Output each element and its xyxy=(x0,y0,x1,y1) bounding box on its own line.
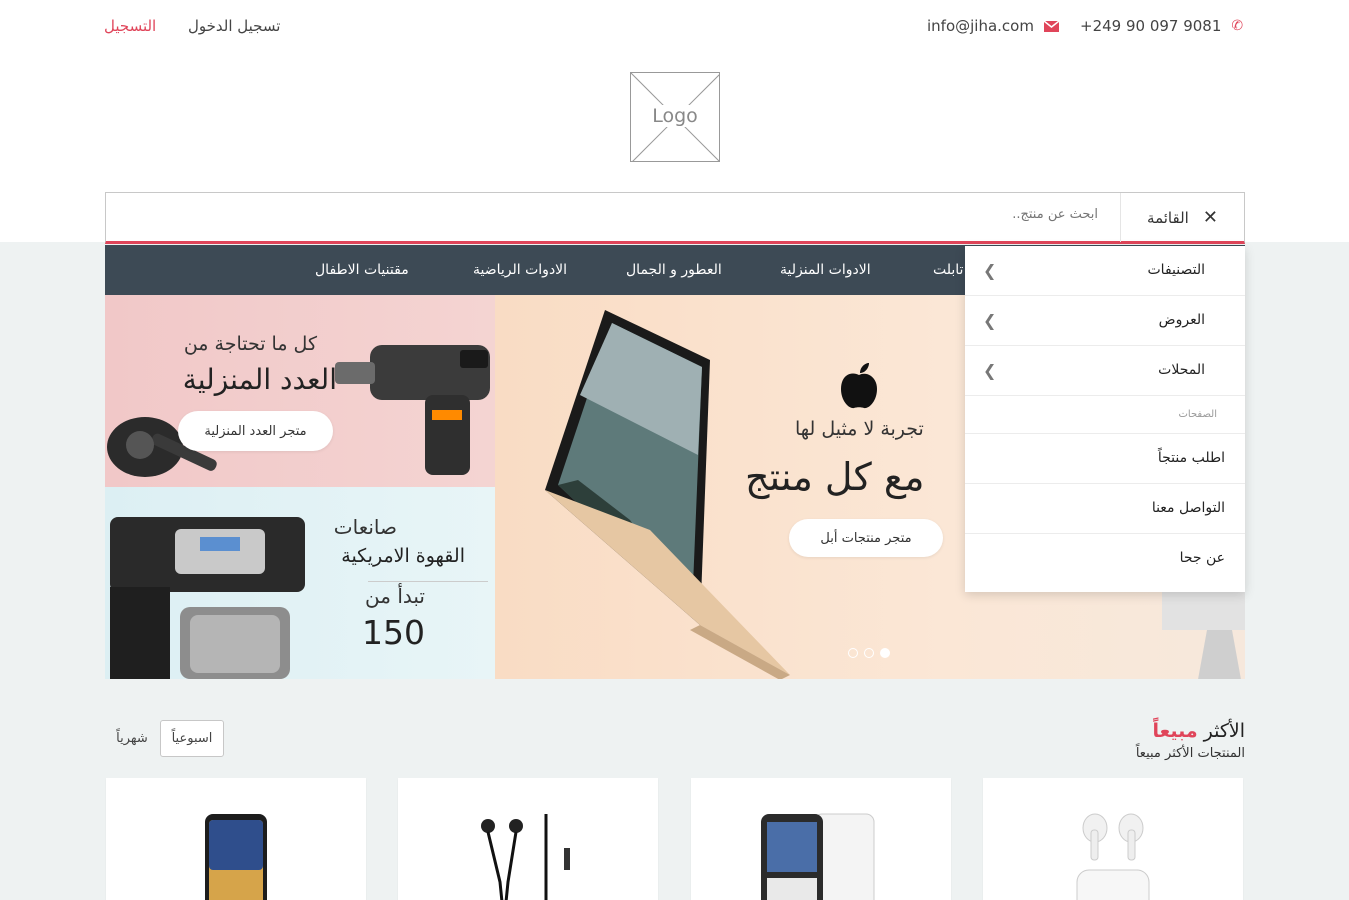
smartphone-icon xyxy=(205,814,267,900)
menu-item-label: التصنيفات xyxy=(1147,262,1206,278)
menu-item-request-product[interactable]: اطلب منتجاً xyxy=(965,434,1245,484)
login-link[interactable]: تسجيل الدخول xyxy=(188,17,280,35)
menu-item-offers[interactable]: ❮ العروض xyxy=(965,296,1245,346)
blackberry-phone-icon xyxy=(761,813,875,900)
menu-item-label: التواصل معنا xyxy=(1151,500,1225,516)
chevron-left-icon: ❮ xyxy=(983,261,997,280)
banner-coffee-makers[interactable]: صانعات القهوة الامريكية تبدأ من 150 xyxy=(105,487,495,679)
apple-logo-icon xyxy=(841,363,877,409)
menu-item-label: عن جحا xyxy=(1179,550,1225,566)
envelope-icon xyxy=(1043,20,1059,32)
apple-headline: مع كل منتج xyxy=(745,455,925,499)
product-card-smartphone[interactable] xyxy=(106,778,366,900)
coffee-maker-illustration xyxy=(110,517,305,679)
menu-section-label: الصفحات xyxy=(1178,409,1217,420)
menu-item-contact[interactable]: التواصل معنا xyxy=(965,484,1245,534)
bestsellers-subtitle: المنتجات الأكثر مبيعاً xyxy=(1135,746,1245,761)
phone-icon: ✆ xyxy=(1231,18,1244,34)
menu-item-categories[interactable]: ❮ التصنيفات xyxy=(965,246,1245,296)
menu-toggle-button[interactable]: القائمة ✕ xyxy=(1120,193,1244,242)
logo-text: Logo xyxy=(647,105,703,127)
menu-item-stores[interactable]: ❮ المحلات xyxy=(965,346,1245,396)
tab-monthly[interactable]: شهرياً xyxy=(110,720,154,757)
main-menu-dropdown: ❮ التصنيفات ❮ العروض ❮ المحلات الصفحات ا… xyxy=(965,246,1245,592)
menu-item-label: المحلات xyxy=(1158,362,1205,378)
banner-home-tools[interactable]: كل ما تحتاجة من العدد المنزلية متجر العد… xyxy=(105,295,495,487)
menu-label: القائمة xyxy=(1147,208,1189,227)
apple-store-button[interactable]: متجر منتجات أبل xyxy=(789,519,943,557)
chevron-left-icon: ❮ xyxy=(983,361,997,380)
earphones-icon xyxy=(481,814,570,900)
imac-illustration xyxy=(1162,585,1245,679)
tools-store-button[interactable]: متجر العدد المنزلية xyxy=(178,411,333,451)
menu-item-label: العروض xyxy=(1158,312,1205,328)
drill-illustration xyxy=(335,345,490,475)
coffee-price: 150 xyxy=(362,613,425,652)
phone-contact[interactable]: +249 90 097 9081 ✆ xyxy=(1080,17,1243,35)
bestsellers-title-plain: الأكثر xyxy=(1203,720,1245,742)
carousel-dot-1[interactable] xyxy=(848,648,858,658)
coffee-line1: صانعات xyxy=(333,515,397,539)
product-card-blackberry[interactable] xyxy=(691,778,951,900)
tools-subtitle: كل ما تحتاجة من xyxy=(183,333,317,355)
bestsellers-title: الأكثر مبيعاً xyxy=(1152,720,1245,742)
tab-weekly[interactable]: اسبوعياً xyxy=(160,720,224,757)
search-input[interactable] xyxy=(798,207,1098,222)
coffee-divider xyxy=(368,581,488,582)
carousel-dot-2[interactable] xyxy=(864,648,874,658)
product-card-earphones[interactable] xyxy=(398,778,658,900)
menu-item-label: اطلب منتجاً xyxy=(1157,450,1225,466)
nav-item-perfume[interactable]: العطور و الجمال xyxy=(626,262,722,278)
menu-item-about[interactable]: عن جحا xyxy=(965,534,1245,584)
register-link[interactable]: التسجيل xyxy=(104,17,156,35)
email-contact[interactable]: info@jiha.com xyxy=(927,17,1059,35)
airpods-icon xyxy=(1076,813,1150,900)
nav-item-tablets[interactable]: تابلت xyxy=(933,262,963,278)
email-address: info@jiha.com xyxy=(927,17,1034,35)
search-bar: القائمة ✕ xyxy=(105,192,1245,244)
nav-item-kids[interactable]: مقتنيات الاطفال xyxy=(315,262,409,278)
site-logo[interactable]: Logo xyxy=(630,72,720,162)
menu-section-pages: الصفحات xyxy=(965,396,1245,434)
apple-tagline: تجربة لا مثيل لها xyxy=(795,418,924,440)
product-card-airpods[interactable] xyxy=(983,778,1243,900)
nav-item-sports[interactable]: الادوات الرياضية xyxy=(473,262,567,278)
coffee-line3: تبدأ من xyxy=(365,584,425,608)
chevron-left-icon: ❮ xyxy=(983,311,997,330)
phone-number: +249 90 097 9081 xyxy=(1080,17,1222,35)
close-icon: ✕ xyxy=(1202,207,1218,228)
tools-title: العدد المنزلية xyxy=(182,363,337,396)
bestsellers-title-accent: مبيعاً xyxy=(1152,720,1198,742)
carousel-dot-3-active[interactable] xyxy=(880,648,890,658)
nav-item-home-tools[interactable]: الادوات المنزلية xyxy=(780,262,871,278)
coffee-line2: القهوة الامريكية xyxy=(341,545,465,567)
